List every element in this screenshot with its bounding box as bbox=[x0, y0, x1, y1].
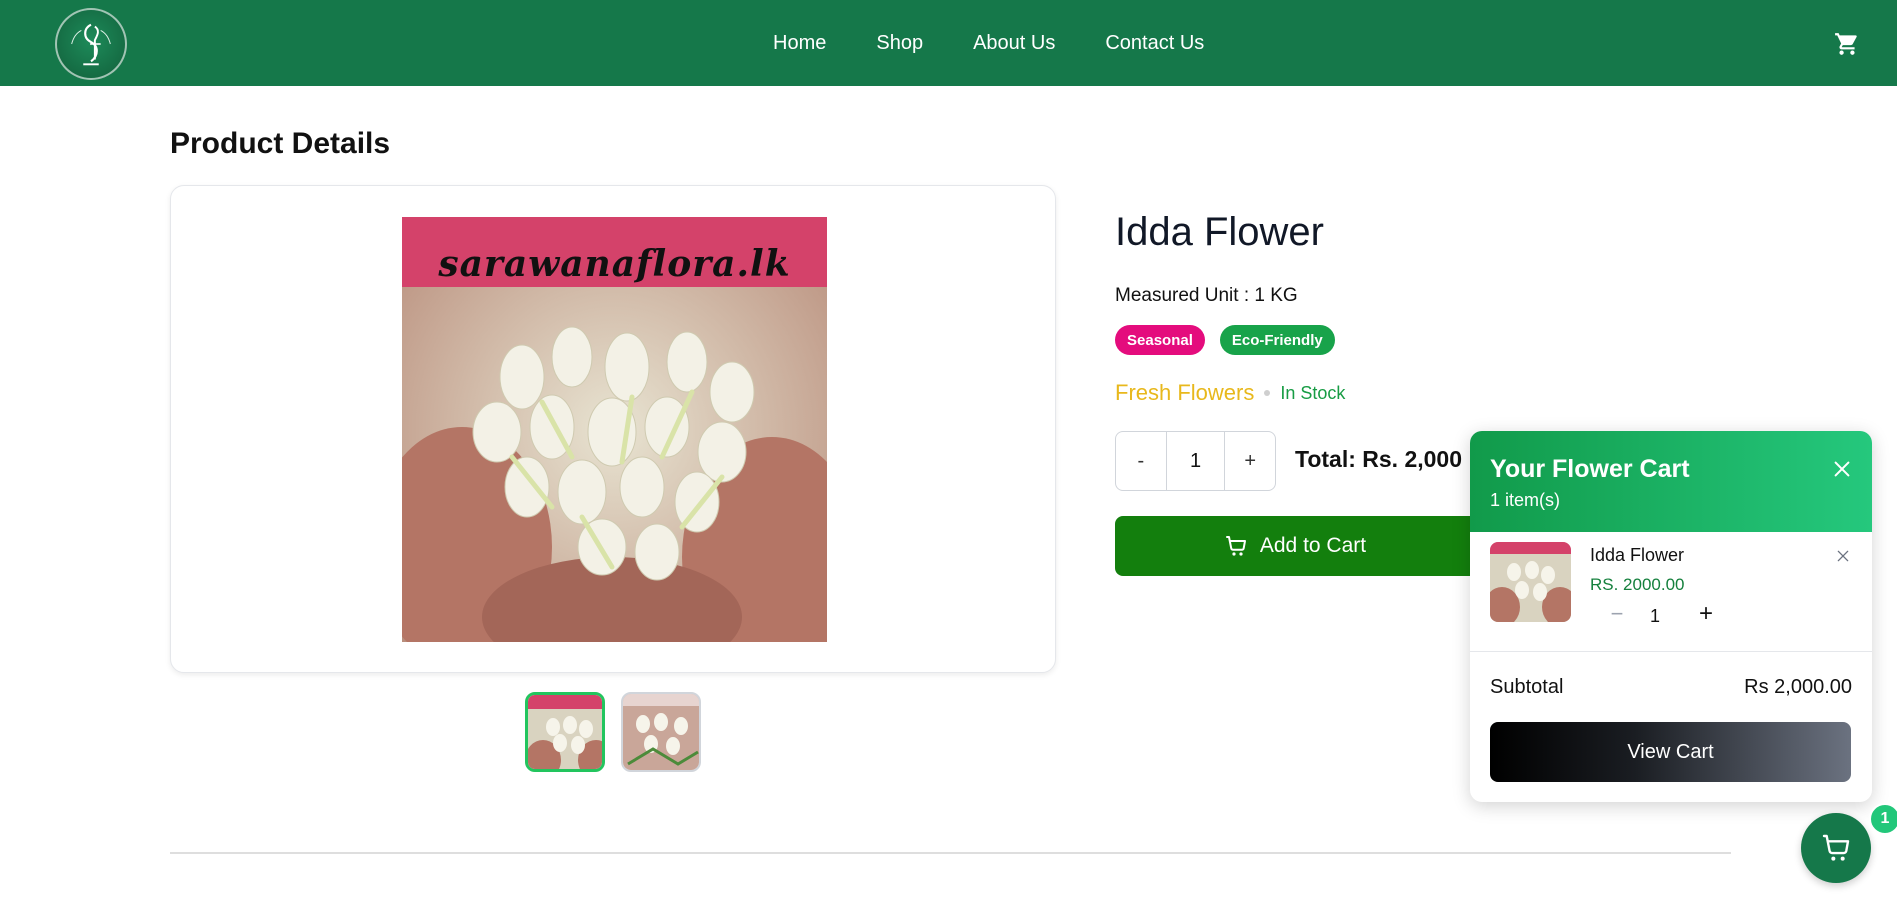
add-to-cart-button[interactable]: Add to Cart bbox=[1115, 516, 1475, 576]
thumbnail-image bbox=[528, 695, 602, 769]
product-image-card: sarawanaflora.lk bbox=[170, 185, 1056, 673]
cart-item-photo bbox=[1490, 542, 1571, 622]
product-name: Idda Flower bbox=[1115, 210, 1324, 254]
cart-drawer-header: Your Flower Cart 1 item(s) bbox=[1470, 431, 1872, 532]
quantity-increase-button[interactable]: + bbox=[1225, 432, 1275, 490]
close-icon[interactable] bbox=[1831, 458, 1853, 480]
subtotal-value: Rs 2,000.00 bbox=[1744, 676, 1852, 698]
stock-status: In Stock bbox=[1280, 382, 1346, 403]
quantity-value[interactable]: 1 bbox=[1165, 432, 1226, 490]
product-main-image[interactable]: sarawanaflora.lk bbox=[402, 217, 827, 642]
image-watermark: sarawanaflora.lk bbox=[438, 243, 791, 285]
page-title: Product Details bbox=[170, 127, 391, 160]
cart-item-name: Idda Flower bbox=[1590, 545, 1685, 565]
add-to-cart-label: Add to Cart bbox=[1259, 534, 1367, 557]
cart-item-price: RS. 2000.00 bbox=[1590, 575, 1685, 594]
product-category[interactable]: Fresh Flowers bbox=[1115, 380, 1254, 406]
nav-shop[interactable]: Shop bbox=[876, 32, 923, 55]
view-cart-button[interactable]: View Cart bbox=[1490, 722, 1851, 782]
nav-about-us[interactable]: About Us bbox=[973, 32, 1055, 55]
cart-title: Your Flower Cart bbox=[1490, 455, 1690, 483]
quantity-stepper: - 1 + bbox=[1115, 431, 1276, 491]
cart-count-badge: 1 bbox=[1869, 803, 1897, 835]
subtotal-label: Subtotal bbox=[1490, 676, 1564, 698]
cart-item: Idda Flower RS. 2000.00 − 1 + bbox=[1470, 532, 1872, 652]
cart-item-image bbox=[1490, 542, 1571, 622]
cart-icon[interactable] bbox=[1834, 31, 1860, 57]
quantity-decrease-button[interactable]: - bbox=[1116, 432, 1166, 490]
section-divider bbox=[170, 852, 1731, 854]
separator-dot bbox=[1264, 390, 1271, 396]
thumbnail-1[interactable] bbox=[525, 692, 605, 772]
cart-icon bbox=[1225, 536, 1246, 556]
nav-contact-us[interactable]: Contact Us bbox=[1105, 32, 1204, 55]
cart-item-decrease-button[interactable]: − bbox=[1607, 601, 1627, 626]
tag-seasonal: Seasonal bbox=[1115, 325, 1205, 355]
cart-item-count: 1 item(s) bbox=[1490, 490, 1561, 510]
remove-item-icon[interactable] bbox=[1835, 548, 1851, 564]
site-logo[interactable] bbox=[55, 8, 127, 80]
measured-unit: Measured Unit : 1 KG bbox=[1115, 285, 1298, 306]
sf-monogram-logo-icon bbox=[71, 23, 111, 66]
floating-cart-button[interactable] bbox=[1801, 813, 1871, 883]
thumbnail-2[interactable] bbox=[621, 692, 701, 772]
product-tags: Seasonal Eco-Friendly bbox=[1115, 325, 1335, 355]
category-stock-line: Fresh Flowers In Stock bbox=[1115, 380, 1345, 406]
top-navbar: Home Shop About Us Contact Us bbox=[0, 0, 1897, 86]
cart-item-quantity: 1 bbox=[1650, 606, 1661, 626]
thumbnail-image bbox=[623, 694, 699, 770]
cart-item-increase-button[interactable]: + bbox=[1696, 600, 1716, 627]
nav-home[interactable]: Home bbox=[773, 32, 826, 55]
thumbnail-strip bbox=[525, 692, 701, 772]
total-price: Total: Rs. 2,000 bbox=[1295, 446, 1463, 472]
cart-drawer: Your Flower Cart 1 item(s) Idda Flower R… bbox=[1470, 431, 1872, 802]
tag-eco-friendly: Eco-Friendly bbox=[1219, 325, 1335, 355]
cart-icon bbox=[1822, 834, 1850, 861]
main-nav: Home Shop About Us Contact Us bbox=[773, 0, 1204, 86]
